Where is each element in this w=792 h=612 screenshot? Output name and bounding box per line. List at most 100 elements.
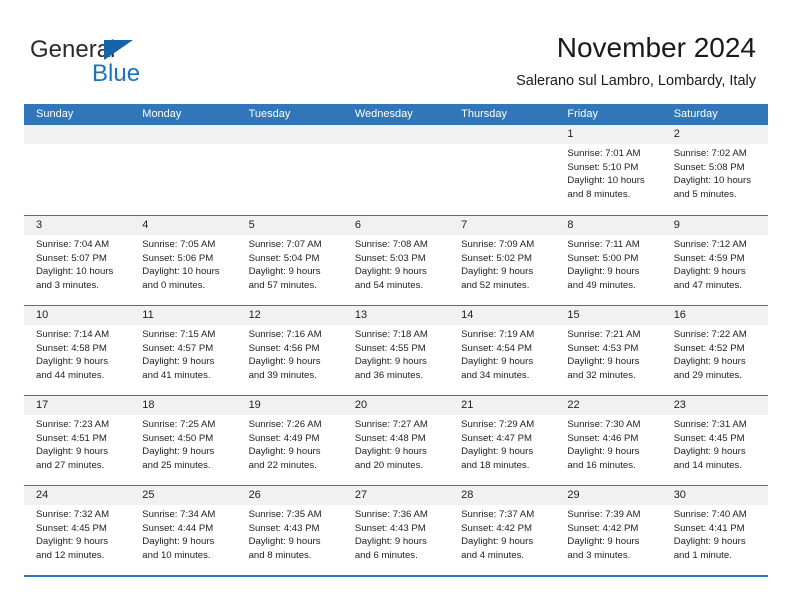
day-cell-18[interactable]: 18 Sunrise: 7:25 AM Sunset: 4:50 PM Dayligh… bbox=[130, 396, 237, 485]
sunset-text: Sunset: 4:58 PM bbox=[36, 342, 107, 354]
sunrise-text: Sunrise: 7:14 AM bbox=[36, 329, 110, 340]
daylight-text: Daylight: 10 hours bbox=[142, 266, 220, 278]
sunset-text: Sunset: 4:48 PM bbox=[354, 432, 426, 444]
day-cell-8[interactable]: 8 Sunrise: 7:11 AM Sunset: 5:00 PM Daylight… bbox=[555, 216, 662, 305]
sunset-text: Sunset: 4:51 PM bbox=[36, 432, 107, 444]
day-details: Sunrise: 7:35 AM Sunset: 4:43 PM Daylight:… bbox=[237, 505, 343, 562]
sunset-text: Sunset: 4:45 PM bbox=[36, 522, 107, 534]
daylight-text: Daylight: 9 hours bbox=[354, 266, 427, 278]
day-cell-6[interactable]: 6 Sunrise: 7:08 AM Sunset: 5:03 PM Daylight… bbox=[342, 216, 450, 305]
daylight-text: Daylight: 9 hours bbox=[248, 446, 321, 458]
day-details: Sunrise: 7:27 AM Sunset: 4:48 PM Daylight:… bbox=[343, 415, 449, 472]
daylight-text: and 25 minutes. bbox=[142, 459, 211, 471]
page-header: General Blue November 2024 Salerano sul … bbox=[0, 0, 792, 100]
day-cell-4[interactable]: 4 Sunrise: 7:05 AM Sunset: 5:06 PM Daylight… bbox=[130, 216, 237, 305]
day-number: 9 bbox=[661, 216, 768, 235]
day-cell-16[interactable]: 16 Sunrise: 7:22 AM Sunset: 4:52 PM Dayligh… bbox=[661, 306, 768, 395]
daylight-text: and 32 minutes. bbox=[567, 369, 636, 381]
day-number: 25 bbox=[130, 486, 237, 505]
day-cell-17[interactable]: 17 Sunrise: 7:23 AM Sunset: 4:51 PM Dayligh… bbox=[24, 396, 131, 485]
day-number: 3 bbox=[24, 216, 131, 235]
day-details: Sunrise: 7:05 AM Sunset: 5:06 PM Daylight:… bbox=[130, 235, 236, 292]
day-number: 11 bbox=[130, 306, 237, 325]
day-cell-7[interactable]: 7 Sunrise: 7:09 AM Sunset: 5:02 PM Daylight… bbox=[449, 216, 556, 305]
day-number: 8 bbox=[555, 216, 662, 235]
day-number: 4 bbox=[130, 216, 237, 235]
daylight-text: Daylight: 9 hours bbox=[354, 356, 427, 368]
day-cell-29[interactable]: 29 Sunrise: 7:39 AM Sunset: 4:42 PM Dayligh… bbox=[555, 486, 662, 575]
day-number: 20 bbox=[342, 396, 450, 415]
daylight-text: Daylight: 10 hours bbox=[567, 175, 645, 187]
day-cell-21[interactable]: 21 Sunrise: 7:29 AM Sunset: 4:47 PM Dayligh… bbox=[449, 396, 556, 485]
daylight-text: and 39 minutes. bbox=[248, 369, 317, 381]
sunset-text: Sunset: 4:59 PM bbox=[673, 252, 745, 264]
daylight-text: Daylight: 9 hours bbox=[248, 266, 321, 278]
day-number: 22 bbox=[555, 396, 662, 415]
day-cell-30[interactable]: 30 Sunrise: 7:40 AM Sunset: 4:41 PM Dayligh… bbox=[661, 486, 768, 575]
day-number: 18 bbox=[130, 396, 237, 415]
day-cell-12[interactable]: 12 Sunrise: 7:16 AM Sunset: 4:56 PM Dayligh… bbox=[236, 306, 343, 395]
day-cell-5[interactable]: 5 Sunrise: 7:07 AM Sunset: 5:04 PM Daylight… bbox=[236, 216, 343, 305]
logo-text-blue: Blue bbox=[92, 60, 141, 87]
day-details: Sunrise: 7:19 AM Sunset: 4:54 PM Daylight:… bbox=[449, 325, 555, 382]
day-cell-11[interactable]: 11 Sunrise: 7:15 AM Sunset: 4:57 PM Dayligh… bbox=[130, 306, 237, 395]
daylight-text: and 36 minutes. bbox=[354, 369, 424, 381]
day-cell-empty bbox=[342, 125, 450, 215]
sunrise-text: Sunrise: 7:26 AM bbox=[248, 419, 322, 430]
daylight-text: and 1 minute. bbox=[673, 549, 732, 561]
day-cell-26[interactable]: 26 Sunrise: 7:35 AM Sunset: 4:43 PM Dayligh… bbox=[236, 486, 343, 575]
daylight-text: Daylight: 9 hours bbox=[142, 446, 215, 458]
day-details: Sunrise: 7:18 AM Sunset: 4:55 PM Daylight:… bbox=[343, 325, 449, 382]
sunrise-text: Sunrise: 7:15 AM bbox=[142, 329, 216, 340]
day-cell-15[interactable]: 15 Sunrise: 7:21 AM Sunset: 4:53 PM Dayligh… bbox=[555, 306, 662, 395]
day-cell-1[interactable]: 1 Sunrise: 7:01 AM Sunset: 5:10 PM Daylight… bbox=[555, 125, 662, 215]
day-cell-9[interactable]: 9 Sunrise: 7:12 AM Sunset: 4:59 PM Daylight… bbox=[661, 216, 768, 305]
daylight-text: and 57 minutes. bbox=[248, 279, 317, 291]
day-cell-24[interactable]: 24 Sunrise: 7:32 AM Sunset: 4:45 PM Dayligh… bbox=[24, 486, 131, 575]
calendar-week-row: 24 Sunrise: 7:32 AM Sunset: 4:45 PM Dayligh… bbox=[24, 485, 768, 575]
day-details: Sunrise: 7:04 AM Sunset: 5:07 PM Daylight:… bbox=[24, 235, 130, 292]
day-details: Sunrise: 7:40 AM Sunset: 4:41 PM Daylight:… bbox=[662, 505, 768, 562]
day-details: Sunrise: 7:07 AM Sunset: 5:04 PM Daylight:… bbox=[237, 235, 343, 292]
sunset-text: Sunset: 5:03 PM bbox=[354, 252, 426, 264]
daylight-text: and 4 minutes. bbox=[461, 549, 525, 561]
day-number: 1 bbox=[555, 125, 662, 144]
day-cell-22[interactable]: 22 Sunrise: 7:30 AM Sunset: 4:46 PM Dayligh… bbox=[555, 396, 662, 485]
day-details: Sunrise: 7:09 AM Sunset: 5:02 PM Daylight:… bbox=[449, 235, 555, 292]
sunset-text: Sunset: 4:50 PM bbox=[142, 432, 214, 444]
weekday-header-thursday: Thursday bbox=[461, 108, 507, 120]
daylight-text: Daylight: 9 hours bbox=[673, 356, 746, 368]
day-cell-20[interactable]: 20 Sunrise: 7:27 AM Sunset: 4:48 PM Dayligh… bbox=[342, 396, 450, 485]
calendar-grid: Sunday Monday Tuesday Wednesday Thursday Frid… bbox=[24, 104, 768, 577]
day-cell-19[interactable]: 19 Sunrise: 7:26 AM Sunset: 4:49 PM Dayligh… bbox=[236, 396, 343, 485]
daylight-text: and 54 minutes. bbox=[354, 279, 424, 291]
general-blue-logo[interactable]: General Blue bbox=[30, 36, 210, 87]
day-cell-28[interactable]: 28 Sunrise: 7:37 AM Sunset: 4:42 PM Dayligh… bbox=[449, 486, 556, 575]
sunrise-text: Sunrise: 7:05 AM bbox=[142, 239, 216, 250]
day-cell-25[interactable]: 25 Sunrise: 7:34 AM Sunset: 4:44 PM Dayligh… bbox=[130, 486, 237, 575]
sunrise-text: Sunrise: 7:19 AM bbox=[461, 329, 535, 340]
day-cell-2[interactable]: 2 Sunrise: 7:02 AM Sunset: 5:08 PM Daylight… bbox=[661, 125, 768, 215]
day-cell-14[interactable]: 14 Sunrise: 7:19 AM Sunset: 4:54 PM Dayligh… bbox=[449, 306, 556, 395]
daylight-text: Daylight: 10 hours bbox=[36, 266, 114, 278]
day-number: 7 bbox=[449, 216, 556, 235]
day-details: Sunrise: 7:21 AM Sunset: 4:53 PM Daylight:… bbox=[555, 325, 661, 382]
sunrise-text: Sunrise: 7:40 AM bbox=[673, 509, 747, 520]
day-number bbox=[24, 125, 131, 144]
daylight-text: and 41 minutes. bbox=[142, 369, 211, 381]
day-cell-13[interactable]: 13 Sunrise: 7:18 AM Sunset: 4:55 PM Dayligh… bbox=[342, 306, 450, 395]
daylight-text: Daylight: 9 hours bbox=[248, 536, 321, 548]
sunset-text: Sunset: 4:43 PM bbox=[354, 522, 426, 534]
day-number: 15 bbox=[555, 306, 662, 325]
sunset-text: Sunset: 5:00 PM bbox=[567, 252, 639, 264]
day-cell-27[interactable]: 27 Sunrise: 7:36 AM Sunset: 4:43 PM Dayligh… bbox=[342, 486, 450, 575]
page-title: November 2024 bbox=[556, 32, 756, 63]
day-cell-23[interactable]: 23 Sunrise: 7:31 AM Sunset: 4:45 PM Dayligh… bbox=[661, 396, 768, 485]
day-number bbox=[449, 125, 556, 144]
daylight-text: and 14 minutes. bbox=[673, 459, 742, 471]
day-cell-3[interactable]: 3 Sunrise: 7:04 AM Sunset: 5:07 PM Daylight… bbox=[24, 216, 131, 305]
day-number: 13 bbox=[342, 306, 450, 325]
grid-bottom-rule bbox=[24, 575, 768, 577]
day-cell-10[interactable]: 10 Sunrise: 7:14 AM Sunset: 4:58 PM Dayligh… bbox=[24, 306, 131, 395]
daylight-text: Daylight: 9 hours bbox=[673, 446, 746, 458]
